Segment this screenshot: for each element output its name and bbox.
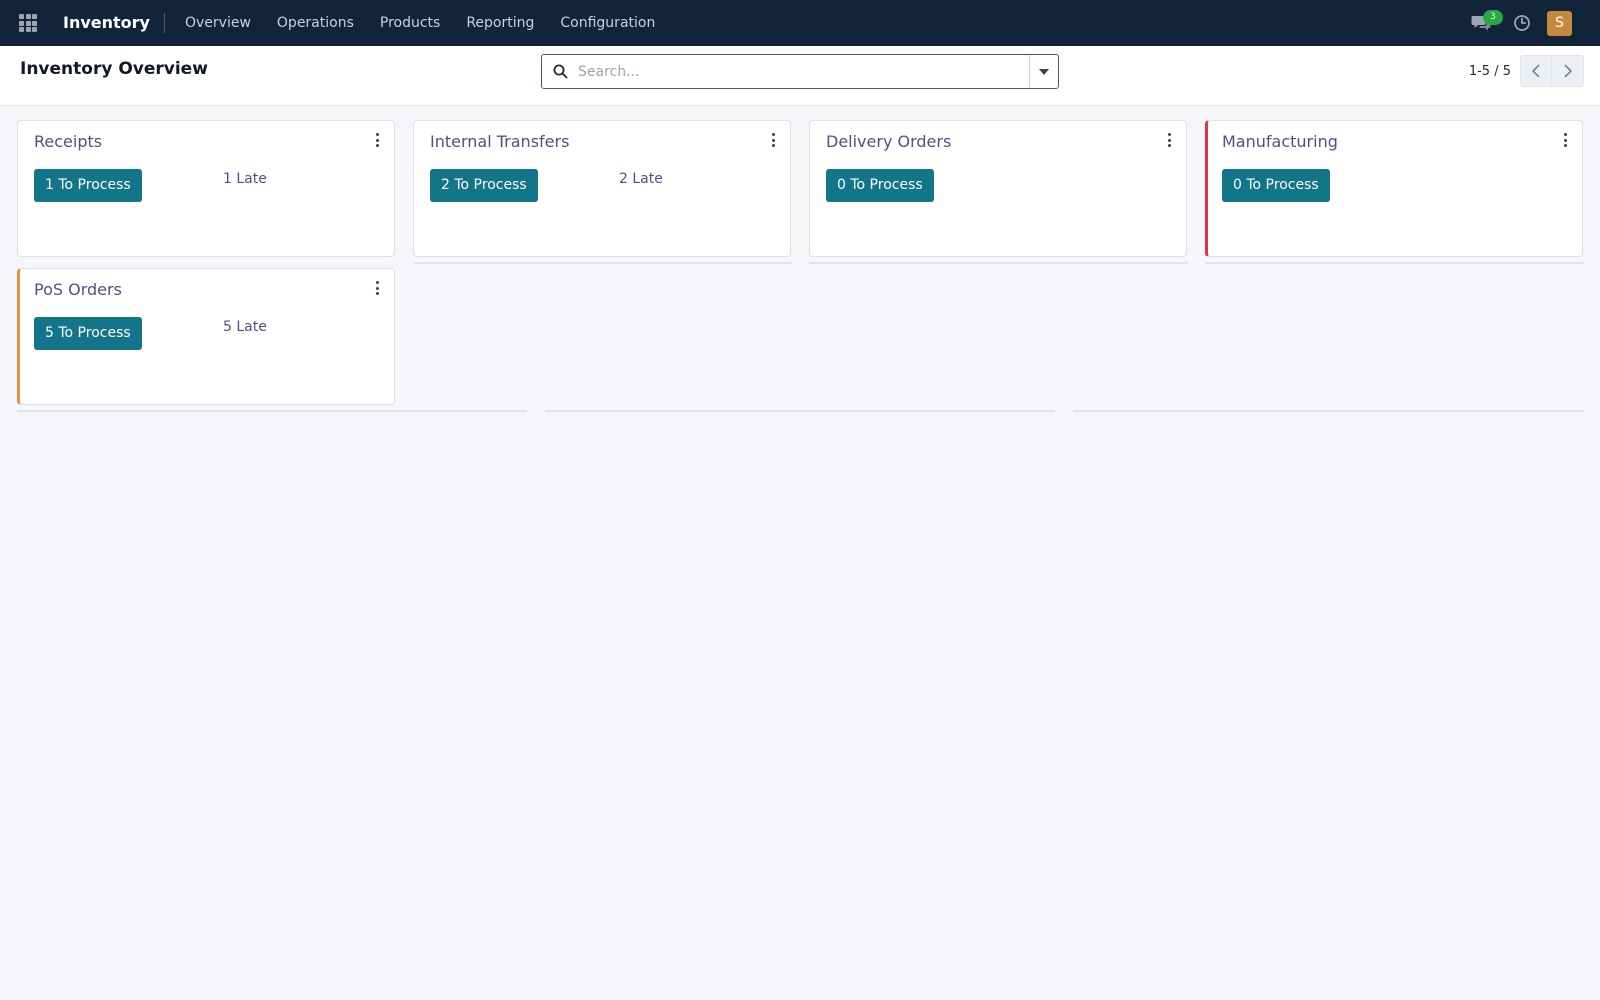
top-navbar: Inventory Overview Operations Products R… <box>0 0 1600 46</box>
kanban-card-pos-orders[interactable]: PoS Orders 5 To Process 5 Late <box>17 268 395 405</box>
search-box <box>541 54 1059 89</box>
kanban-card-manufacturing[interactable]: Manufacturing 0 To Process <box>1205 120 1583 257</box>
late-link[interactable]: 2 Late <box>619 171 663 187</box>
clock-icon[interactable] <box>1513 14 1531 32</box>
kanban-card-delivery-orders[interactable]: Delivery Orders 0 To Process <box>809 120 1187 257</box>
card-menu-icon[interactable] <box>770 133 776 147</box>
pager-previous-button[interactable] <box>1520 55 1552 87</box>
ghost-card-placeholder <box>1073 410 1584 412</box>
page-title: Inventory Overview <box>20 59 208 79</box>
main-menu: Overview Operations Products Reporting C… <box>172 0 668 46</box>
app-brand[interactable]: Inventory <box>63 13 165 33</box>
control-panel: Inventory Overview 1-5 / 5 <box>0 46 1600 106</box>
pager: 1-5 / 5 <box>1469 55 1584 87</box>
menu-item-overview[interactable]: Overview <box>172 0 264 46</box>
to-process-button[interactable]: 5 To Process <box>34 317 142 350</box>
late-link[interactable]: 1 Late <box>223 171 267 187</box>
navbar-systray: 3 S <box>1469 10 1572 36</box>
to-process-button[interactable]: 1 To Process <box>34 169 142 202</box>
card-title[interactable]: Internal Transfers <box>430 132 569 151</box>
ghost-card-placeholder <box>545 410 1055 412</box>
user-avatar[interactable]: S <box>1547 10 1572 36</box>
menu-item-products[interactable]: Products <box>367 0 453 46</box>
messaging-button[interactable]: 3 <box>1469 10 1503 35</box>
search-icon <box>553 64 568 79</box>
ghost-card-placeholder <box>1205 262 1584 264</box>
card-title[interactable]: Delivery Orders <box>826 132 951 151</box>
ghost-card-placeholder <box>809 262 1188 264</box>
card-title[interactable]: Receipts <box>34 132 102 151</box>
search-options-toggle[interactable] <box>1029 55 1058 88</box>
menu-item-operations[interactable]: Operations <box>264 0 367 46</box>
chevron-right-icon <box>1563 64 1572 78</box>
to-process-button[interactable]: 2 To Process <box>430 169 538 202</box>
kanban-card-receipts[interactable]: Receipts 1 To Process 1 Late <box>17 120 395 257</box>
chevron-left-icon <box>1532 64 1540 78</box>
ghost-card-placeholder <box>413 262 792 264</box>
card-title[interactable]: Manufacturing <box>1222 132 1338 151</box>
apps-grid-icon[interactable] <box>19 14 37 32</box>
menu-item-reporting[interactable]: Reporting <box>453 0 547 46</box>
card-menu-icon[interactable] <box>1166 133 1172 147</box>
search-input[interactable] <box>578 63 1029 80</box>
card-menu-icon[interactable] <box>374 281 380 295</box>
kanban-card-internal-transfers[interactable]: Internal Transfers 2 To Process 2 Late <box>413 120 791 257</box>
pager-next-button[interactable] <box>1552 55 1584 87</box>
pager-value[interactable]: 1-5 / 5 <box>1469 64 1511 79</box>
card-menu-icon[interactable] <box>1562 133 1568 147</box>
to-process-button[interactable]: 0 To Process <box>1222 169 1330 202</box>
late-link[interactable]: 5 Late <box>223 319 267 335</box>
caret-down-icon <box>1039 68 1049 75</box>
ghost-card-placeholder <box>17 410 527 412</box>
to-process-button[interactable]: 0 To Process <box>826 169 934 202</box>
chat-counter-badge: 3 <box>1483 10 1503 25</box>
menu-item-configuration[interactable]: Configuration <box>547 0 668 46</box>
card-menu-icon[interactable] <box>374 133 380 147</box>
card-title[interactable]: PoS Orders <box>34 280 122 299</box>
